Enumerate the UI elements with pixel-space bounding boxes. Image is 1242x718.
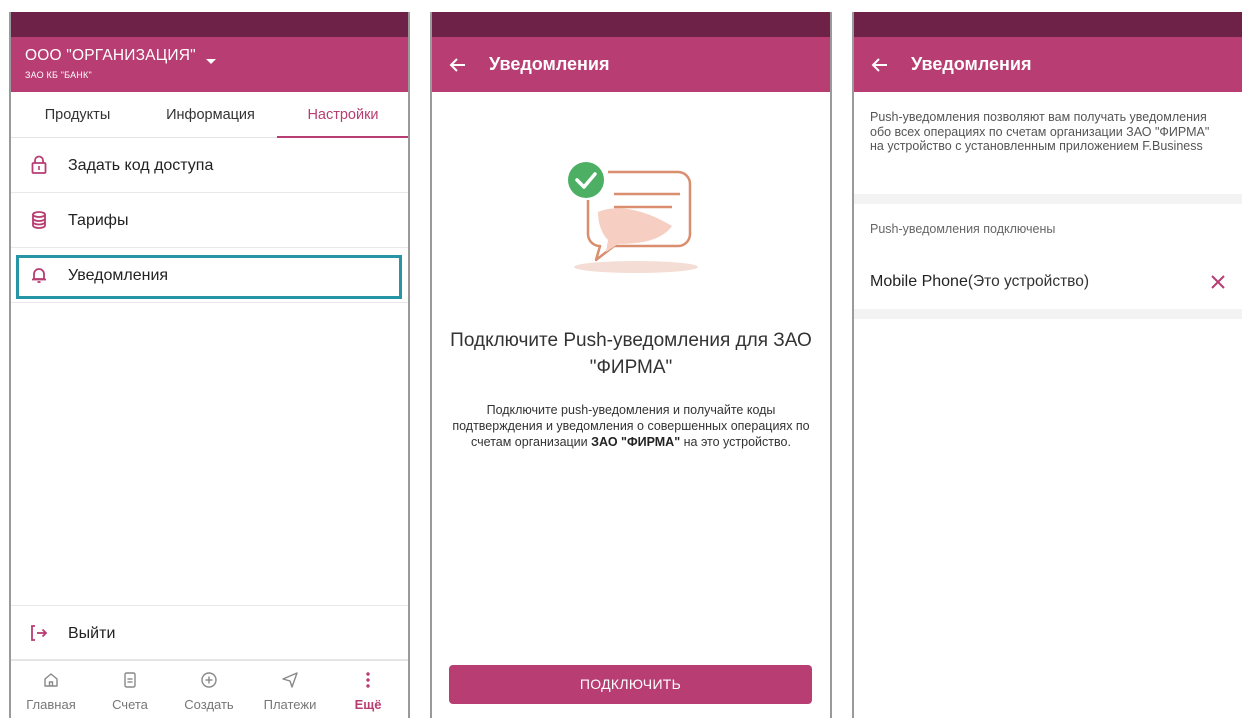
tab-settings[interactable]: Настройки xyxy=(277,92,408,138)
database-icon xyxy=(32,211,46,229)
tab-bar: Продукты Информация Настройки xyxy=(11,92,408,138)
app-bar: Уведомления xyxy=(432,37,830,92)
nav-create[interactable]: Создать xyxy=(174,661,244,718)
section-divider xyxy=(854,309,1242,319)
connect-notifications-screen: Уведомления Подключите Push-уведомления … xyxy=(430,12,832,718)
page-title: Уведомления xyxy=(489,54,610,74)
lock-icon xyxy=(31,155,47,174)
tab-products[interactable]: Продукты xyxy=(11,92,144,138)
tab-information[interactable]: Информация xyxy=(144,92,277,138)
status-bar xyxy=(854,12,1242,37)
device-name: Mobile Phone(Это устройство) xyxy=(870,257,1089,307)
caret-down-icon[interactable] xyxy=(206,59,216,64)
connect-button[interactable]: ПОДКЛЮЧИТЬ xyxy=(449,665,812,704)
device-row: Mobile Phone(Это устройство) xyxy=(854,257,1242,307)
organization-name: ЗАО "ФИРМА" xyxy=(591,435,681,449)
menu-item-logout[interactable]: Выйти xyxy=(11,605,408,660)
nav-label: Счета xyxy=(112,697,148,712)
nav-home[interactable]: Главная xyxy=(16,661,86,718)
chat-bubble-check-illustration xyxy=(568,162,698,273)
menu-label: Тарифы xyxy=(68,212,129,229)
organization-name[interactable]: ООО "ОРГАНИЗАЦИЯ" xyxy=(25,47,196,65)
logout-icon xyxy=(31,625,48,641)
app-bar: Уведомления xyxy=(854,37,1242,92)
nav-label: Платежи xyxy=(263,697,317,712)
this-device-note: (Это устройство) xyxy=(967,273,1090,290)
nav-label: Ещё xyxy=(354,697,382,712)
bank-name: ЗАО КБ "БАНК" xyxy=(25,70,92,80)
back-arrow-icon[interactable] xyxy=(870,55,890,75)
connect-headline: Подключите Push-уведомления для ЗАО "ФИР… xyxy=(450,330,812,378)
description-text: на это устройство. xyxy=(680,435,791,449)
nav-more[interactable]: Ещё xyxy=(333,661,403,718)
menu-item-tariffs[interactable]: Тарифы xyxy=(11,193,408,248)
page-title: Уведомления xyxy=(911,54,1032,74)
nav-label: Главная xyxy=(26,697,76,712)
connect-description: Подключите push-уведомления и получайте … xyxy=(452,402,810,450)
bottom-navigation: Главная Счета Создать Платежи Ещё xyxy=(11,660,408,718)
section-divider xyxy=(854,194,1242,204)
notifications-status-screen: Уведомления Push-уведомления позволяют в… xyxy=(852,12,1242,718)
menu-item-access-code[interactable]: Задать код доступа xyxy=(11,138,408,193)
nav-accounts[interactable]: Счета xyxy=(95,661,165,718)
highlight-frame xyxy=(16,255,402,299)
more-vertical-icon xyxy=(366,672,370,688)
plus-circle-icon xyxy=(201,672,217,688)
settings-screen: ООО "ОРГАНИЗАЦИЯ" ЗАО КБ "БАНК" Продукты… xyxy=(9,12,410,718)
device-name-text: Mobile Phone xyxy=(870,273,968,290)
status-bar xyxy=(432,12,830,37)
menu-label: Задать код доступа xyxy=(68,157,214,174)
send-icon xyxy=(282,672,298,688)
close-icon[interactable] xyxy=(1209,273,1227,291)
document-icon xyxy=(124,672,136,688)
nav-payments[interactable]: Платежи xyxy=(255,661,325,718)
nav-label: Создать xyxy=(184,697,234,712)
push-info-text: Push-уведомления позволяют вам получать … xyxy=(870,110,1210,153)
back-arrow-icon[interactable] xyxy=(448,55,468,75)
logout-label: Выйти xyxy=(68,625,116,642)
app-bar[interactable]: ООО "ОРГАНИЗАЦИЯ" ЗАО КБ "БАНК" xyxy=(11,37,408,92)
section-label: Push-уведомления подключены xyxy=(870,222,1056,236)
home-icon xyxy=(44,673,58,687)
status-bar xyxy=(11,12,408,37)
